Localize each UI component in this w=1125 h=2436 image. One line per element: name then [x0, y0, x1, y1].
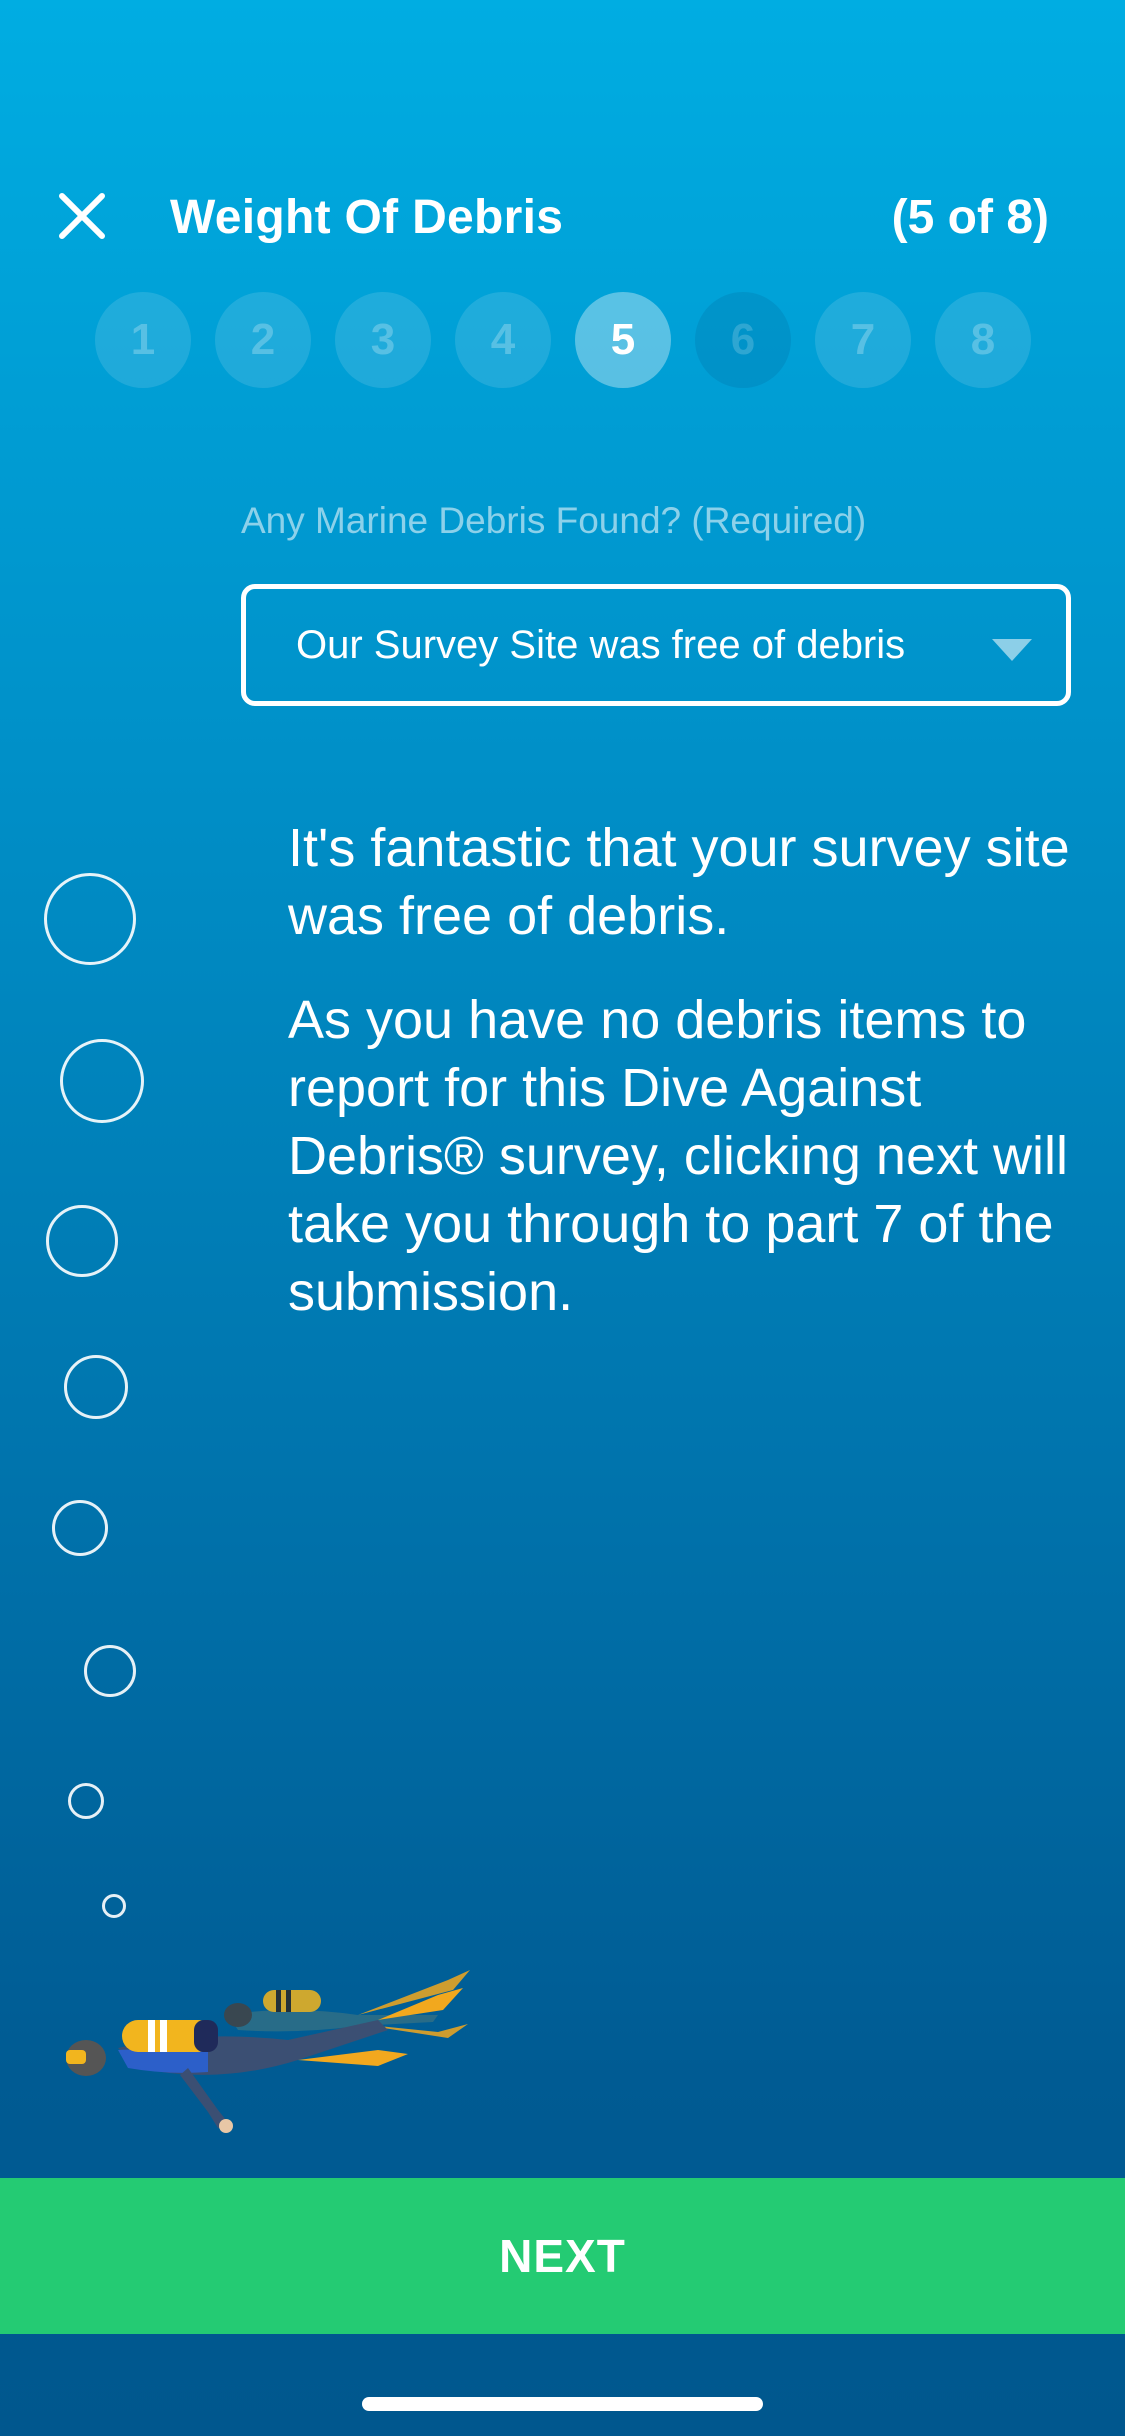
- chevron-down-icon: [992, 639, 1032, 661]
- step-3[interactable]: 3: [335, 292, 431, 388]
- home-indicator[interactable]: [362, 2397, 763, 2411]
- close-icon: [59, 193, 105, 239]
- close-button[interactable]: [54, 188, 110, 244]
- debris-found-select[interactable]: Our Survey Site was free of debris: [241, 584, 1071, 706]
- bubble-icon: [102, 1894, 126, 1918]
- step-6: 6: [695, 292, 791, 388]
- step-1[interactable]: 1: [95, 292, 191, 388]
- info-message: It's fantastic that your survey site was…: [288, 814, 1078, 1362]
- step-7[interactable]: 7: [815, 292, 911, 388]
- message-paragraph-1: It's fantastic that your survey site was…: [288, 818, 1070, 946]
- step-4[interactable]: 4: [455, 292, 551, 388]
- step-2[interactable]: 2: [215, 292, 311, 388]
- step-5-current[interactable]: 5: [575, 292, 671, 388]
- message-paragraph-2: As you have no debris items to report fo…: [288, 990, 1068, 1322]
- step-indicator: 1 2 3 4 5 6 7 8: [95, 292, 1031, 388]
- step-progress-text: (5 of 8): [891, 191, 1049, 244]
- scuba-divers-illustration: [66, 1970, 470, 2133]
- bubble-icon: [84, 1645, 136, 1697]
- bubble-icon: [64, 1355, 128, 1419]
- debris-found-label: Any Marine Debris Found? (Required): [241, 500, 867, 541]
- bubble-icon: [68, 1783, 104, 1819]
- next-button[interactable]: NEXT: [0, 2178, 1125, 2334]
- page-title: Weight Of Debris: [170, 191, 564, 244]
- bubble-icon: [60, 1039, 144, 1123]
- bubble-icon: [46, 1205, 118, 1277]
- select-value: Our Survey Site was free of debris: [296, 622, 906, 667]
- bubble-icon: [52, 1500, 108, 1556]
- step-8[interactable]: 8: [935, 292, 1031, 388]
- bubble-icon: [44, 873, 136, 965]
